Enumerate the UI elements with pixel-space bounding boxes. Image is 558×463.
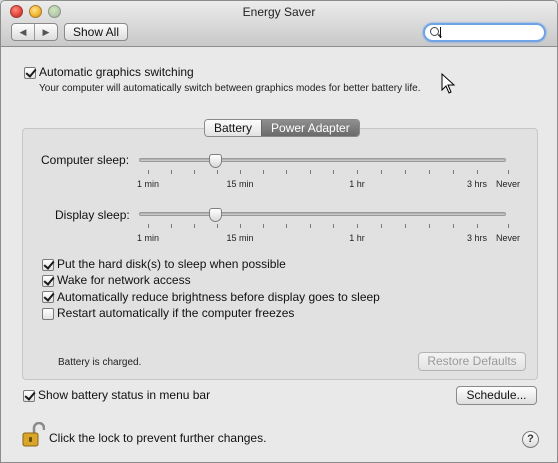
computer-sleep-tick-1min: 1 min xyxy=(136,179,160,189)
slider-tick xyxy=(263,170,264,174)
lock-icon[interactable] xyxy=(21,422,45,448)
slider-tick xyxy=(286,224,287,228)
slider-tick xyxy=(405,224,406,228)
slider-tick xyxy=(508,224,509,228)
show-all-button[interactable]: Show All xyxy=(64,23,128,41)
graphics-switching-checkbox[interactable] xyxy=(24,67,36,79)
slider-tick xyxy=(357,224,358,228)
text-caret xyxy=(440,27,441,38)
search-icon xyxy=(430,27,439,36)
slider-tick xyxy=(240,224,241,228)
back-arrow-icon[interactable]: ◀ xyxy=(12,24,35,40)
reduce-brightness-label: Automatically reduce brightness before d… xyxy=(57,290,380,304)
computer-sleep-label: Computer sleep: xyxy=(41,153,130,167)
show-battery-status-checkbox[interactable] xyxy=(23,390,35,402)
forward-arrow-icon[interactable]: ▶ xyxy=(35,24,57,40)
title-bar: Energy Saver ◀ ▶ Show All xyxy=(1,1,557,47)
mouse-pointer-icon xyxy=(441,73,456,94)
restore-defaults-button[interactable]: Restore Defaults xyxy=(418,352,526,371)
lock-hint-text: Click the lock to prevent further change… xyxy=(49,431,267,445)
computer-sleep-tick-never: Never xyxy=(495,179,521,189)
tab-bar: Battery Power Adapter xyxy=(204,119,360,137)
schedule-button[interactable]: Schedule... xyxy=(456,386,537,405)
display-sleep-tick-1hr: 1 hr xyxy=(349,233,365,243)
computer-sleep-tick-1hr: 1 hr xyxy=(349,179,365,189)
reduce-brightness-checkbox[interactable] xyxy=(42,291,54,303)
battery-status-text: Battery is charged. xyxy=(58,357,142,368)
computer-sleep-tick-3hrs: 3 hrs xyxy=(466,179,488,189)
slider-tick xyxy=(194,224,195,228)
energy-saver-window: Energy Saver ◀ ▶ Show All Automatic grap… xyxy=(0,0,558,463)
restart-freeze-checkbox[interactable] xyxy=(42,308,54,320)
slider-tick xyxy=(217,224,218,228)
slider-tick xyxy=(240,170,241,174)
graphics-switching-description: Your computer will automatically switch … xyxy=(39,83,421,94)
show-battery-status-label: Show battery status in menu bar xyxy=(38,388,211,402)
computer-sleep-slider-thumb[interactable] xyxy=(209,154,222,168)
slider-tick xyxy=(310,170,311,174)
slider-tick xyxy=(357,170,358,174)
wake-network-label: Wake for network access xyxy=(57,273,191,287)
slider-tick xyxy=(333,170,334,174)
wake-network-checkbox[interactable] xyxy=(42,275,54,287)
tab-battery[interactable]: Battery xyxy=(205,120,262,136)
display-sleep-slider-thumb[interactable] xyxy=(209,208,222,222)
slider-tick xyxy=(286,170,287,174)
display-sleep-label: Display sleep: xyxy=(55,208,130,222)
slider-tick xyxy=(171,170,172,174)
hard-disk-sleep-checkbox[interactable] xyxy=(42,259,54,271)
computer-sleep-slider-track[interactable] xyxy=(139,158,506,162)
slider-tick xyxy=(429,170,430,174)
slider-tick xyxy=(381,170,382,174)
slider-tick xyxy=(477,170,478,174)
slider-tick xyxy=(453,170,454,174)
display-sleep-tick-never: Never xyxy=(495,233,521,243)
slider-tick xyxy=(263,224,264,228)
display-sleep-tick-1min: 1 min xyxy=(136,233,160,243)
slider-tick xyxy=(405,170,406,174)
slider-tick xyxy=(453,224,454,228)
slider-tick xyxy=(194,170,195,174)
slider-tick xyxy=(310,224,311,228)
window-title: Energy Saver xyxy=(242,5,316,19)
slider-tick xyxy=(477,224,478,228)
slider-tick xyxy=(508,170,509,174)
slider-tick xyxy=(333,224,334,228)
slider-tick xyxy=(171,224,172,228)
restart-freeze-label: Restart automatically if the computer fr… xyxy=(57,306,295,320)
slider-tick xyxy=(148,224,149,228)
hard-disk-sleep-label: Put the hard disk(s) to sleep when possi… xyxy=(57,257,286,271)
display-sleep-tick-3hrs: 3 hrs xyxy=(466,233,488,243)
slider-tick xyxy=(381,224,382,228)
display-sleep-slider-track[interactable] xyxy=(139,212,506,216)
slider-tick xyxy=(148,170,149,174)
back-forward-control: ◀ ▶ xyxy=(11,23,58,41)
computer-sleep-tick-15min: 15 min xyxy=(226,179,254,189)
tab-power-adapter[interactable]: Power Adapter xyxy=(261,120,359,136)
slider-tick xyxy=(217,170,218,174)
search-field[interactable] xyxy=(423,23,546,42)
graphics-switching-label: Automatic graphics switching xyxy=(39,65,194,79)
help-button[interactable]: ? xyxy=(522,431,539,448)
display-sleep-tick-15min: 15 min xyxy=(226,233,254,243)
slider-tick xyxy=(429,224,430,228)
